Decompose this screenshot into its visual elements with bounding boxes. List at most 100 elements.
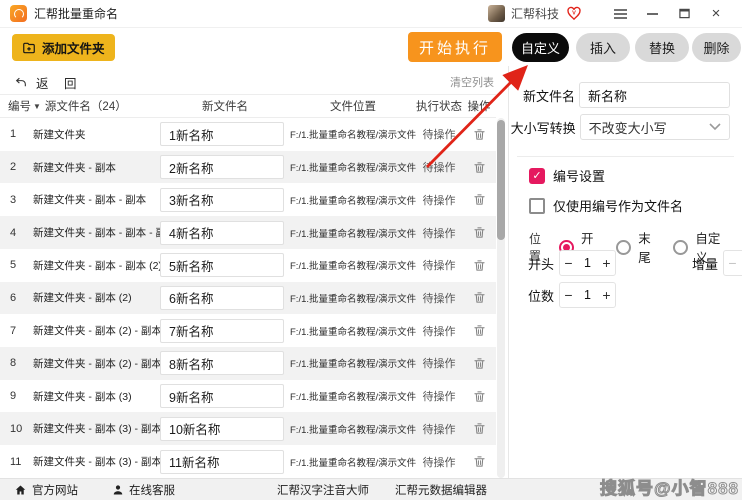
online-support-link[interactable]: 在线客服 bbox=[112, 482, 175, 498]
only-number-label: 仅使用编号作为文件名 bbox=[553, 196, 683, 215]
delete-row-button[interactable] bbox=[471, 388, 488, 405]
numbering-checkbox[interactable]: ✓ bbox=[529, 168, 545, 184]
file-list-area: 返 回 清空列表 编号 ▼ 源文件名（24） 新文件名 文件位置 执行状态 操作… bbox=[0, 66, 508, 478]
row-status: 待操作 bbox=[416, 126, 462, 142]
row-newname-input[interactable] bbox=[160, 417, 284, 441]
table-row: 8 新建文件夹 - 副本 (2) - 副本 - 副本 F:/1.批量重命名教程/… bbox=[0, 347, 496, 380]
row-newname-input[interactable] bbox=[160, 253, 284, 277]
delete-row-button[interactable] bbox=[471, 159, 488, 176]
delete-row-button[interactable] bbox=[471, 453, 488, 470]
delete-row-button[interactable] bbox=[471, 322, 488, 339]
start-minus-button[interactable]: − bbox=[560, 255, 577, 271]
row-newname-input[interactable] bbox=[160, 155, 284, 179]
add-folder-button[interactable]: 添加文件夹 bbox=[12, 34, 115, 61]
clear-list-button[interactable]: 清空列表 bbox=[450, 74, 494, 90]
delete-row-button[interactable] bbox=[471, 355, 488, 372]
increment-label: 增量 bbox=[668, 254, 718, 273]
back-button[interactable]: 返 回 bbox=[14, 73, 82, 92]
column-header-location: 文件位置 bbox=[290, 98, 416, 114]
chevron-down-icon bbox=[709, 123, 721, 131]
row-newname-input[interactable] bbox=[160, 122, 284, 146]
menu-icon[interactable] bbox=[604, 2, 636, 26]
row-newname-input[interactable] bbox=[160, 319, 284, 343]
delete-row-button[interactable] bbox=[471, 224, 488, 241]
official-website-link[interactable]: 官方网站 bbox=[14, 482, 78, 498]
watermark: 搜狐号@小智888 bbox=[600, 474, 739, 499]
row-newname-input[interactable] bbox=[160, 286, 284, 310]
row-number: 5 bbox=[0, 259, 33, 271]
row-newname-input[interactable] bbox=[160, 221, 284, 245]
row-number: 10 bbox=[0, 423, 33, 435]
tab-delete[interactable]: 删除 bbox=[692, 33, 741, 62]
titlebar: 汇帮批量重命名 汇帮科技 V × bbox=[0, 0, 742, 28]
row-status: 待操作 bbox=[416, 454, 462, 470]
vip-badge-icon[interactable]: V bbox=[565, 6, 582, 22]
svg-text:V: V bbox=[572, 10, 576, 16]
row-file-location: F:/1.批量重命名教程/演示文件夹/新 bbox=[290, 422, 416, 436]
user-avatar[interactable] bbox=[488, 5, 505, 22]
numbering-label: 编号设置 bbox=[553, 166, 605, 185]
tab-replace[interactable]: 替换 bbox=[635, 33, 689, 62]
delete-row-button[interactable] bbox=[471, 257, 488, 274]
delete-row-button[interactable] bbox=[471, 191, 488, 208]
table-row: 9 新建文件夹 - 副本 (3) F:/1.批量重命名教程/演示文件夹/新 待操… bbox=[0, 380, 496, 413]
row-newname-input[interactable] bbox=[160, 384, 284, 408]
delete-row-button[interactable] bbox=[471, 126, 488, 143]
row-file-location: F:/1.批量重命名教程/演示文件夹/新 bbox=[290, 324, 416, 338]
close-icon[interactable]: × bbox=[700, 2, 732, 26]
row-number: 8 bbox=[0, 357, 33, 369]
row-newname-input[interactable] bbox=[160, 351, 284, 375]
new-name-input[interactable] bbox=[579, 82, 730, 108]
table-row: 1 新建文件夹 F:/1.批量重命名教程/演示文件夹/新 待操作 bbox=[0, 118, 496, 151]
row-number: 1 bbox=[0, 128, 33, 140]
tab-custom[interactable]: 自定义 bbox=[512, 33, 569, 62]
app-title: 汇帮批量重命名 bbox=[34, 5, 118, 22]
case-convert-select[interactable]: 不改变大小写 bbox=[580, 114, 730, 140]
digits-minus-button[interactable]: − bbox=[560, 287, 577, 303]
table-row: 2 新建文件夹 - 副本 F:/1.批量重命名教程/演示文件夹/新 待操作 bbox=[0, 151, 496, 184]
row-source-name: 新建文件夹 - 副本 - 副本 bbox=[33, 192, 160, 207]
app-logo-icon bbox=[10, 5, 27, 22]
row-source-name: 新建文件夹 bbox=[33, 127, 160, 142]
row-source-name: 新建文件夹 - 副本 bbox=[33, 160, 160, 175]
app-window: 汇帮批量重命名 汇帮科技 V × bbox=[0, 0, 742, 500]
home-icon bbox=[14, 484, 27, 496]
case-convert-label: 大小写转换 bbox=[509, 118, 576, 137]
pinyin-master-link[interactable]: 汇帮汉字注音大师 bbox=[277, 482, 369, 498]
row-newname-input[interactable] bbox=[160, 188, 284, 212]
delete-row-button[interactable] bbox=[471, 289, 488, 306]
row-file-location: F:/1.批量重命名教程/演示文件夹/新 bbox=[290, 389, 416, 403]
table-row: 11 新建文件夹 - 副本 (3) - 副本 - 副本 F:/1.批量重命名教程… bbox=[0, 445, 496, 478]
start-execute-button[interactable]: 开始执行 bbox=[408, 32, 502, 62]
maximize-icon[interactable] bbox=[668, 2, 700, 26]
row-number: 11 bbox=[0, 456, 33, 468]
trash-icon bbox=[473, 324, 486, 337]
minimize-icon[interactable] bbox=[636, 2, 668, 26]
increment-minus-button[interactable]: − bbox=[724, 255, 741, 271]
row-status: 待操作 bbox=[416, 421, 462, 437]
list-scrollbar-thumb[interactable] bbox=[497, 120, 505, 240]
start-plus-button[interactable]: + bbox=[598, 255, 615, 271]
row-file-location: F:/1.批量重命名教程/演示文件夹/新 bbox=[290, 127, 416, 141]
row-newname-input[interactable] bbox=[160, 450, 284, 474]
column-header-source[interactable]: ▼ 源文件名（24） bbox=[33, 98, 160, 114]
column-header-newname: 新文件名 bbox=[160, 98, 290, 114]
digits-plus-button[interactable]: + bbox=[598, 287, 615, 303]
start-number-stepper: − 1 + bbox=[559, 250, 616, 276]
digits-value: 1 bbox=[577, 288, 598, 302]
metadata-editor-link[interactable]: 汇帮元数据编辑器 bbox=[395, 482, 487, 498]
row-status: 待操作 bbox=[416, 257, 462, 273]
table-row: 5 新建文件夹 - 副本 - 副本 (2) F:/1.批量重命名教程/演示文件夹… bbox=[0, 249, 496, 282]
table-row: 7 新建文件夹 - 副本 (2) - 副本 F:/1.批量重命名教程/演示文件夹… bbox=[0, 314, 496, 347]
trash-icon bbox=[473, 128, 486, 141]
list-scrollbar-track[interactable] bbox=[497, 118, 505, 478]
tab-insert[interactable]: 插入 bbox=[576, 33, 630, 62]
account-name: 汇帮科技 bbox=[511, 5, 559, 22]
column-header-operation: 操作 bbox=[462, 98, 496, 114]
delete-row-button[interactable] bbox=[471, 420, 488, 437]
row-number: 7 bbox=[0, 325, 33, 337]
row-status: 待操作 bbox=[416, 192, 462, 208]
list-toolbar: 返 回 清空列表 bbox=[0, 70, 508, 94]
row-number: 4 bbox=[0, 227, 33, 239]
only-number-checkbox[interactable] bbox=[529, 198, 545, 214]
